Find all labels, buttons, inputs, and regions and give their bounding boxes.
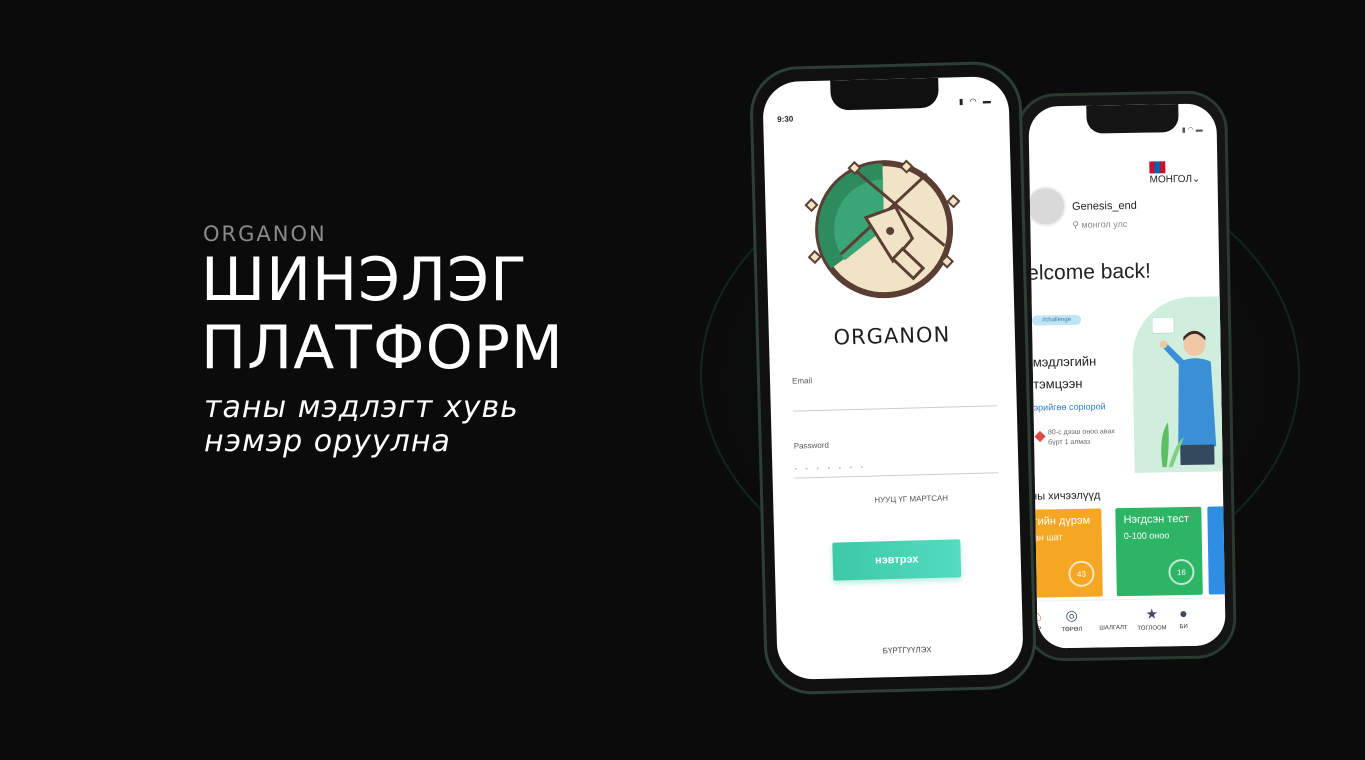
status-time: 9:30	[777, 114, 794, 124]
phone-notch	[1086, 104, 1179, 134]
lesson-card-test[interactable]: Нэгдсэн тест 0-100 оноо 16	[1115, 506, 1203, 597]
status-icons: ▮ ◠ ▬	[1181, 126, 1203, 134]
bottom-tab-bar: ⌂ ҮР ◎ ТӨРӨЛ ШАЛГАЛТ ★ ТОГЛООМ ● БИ	[1033, 597, 1226, 649]
lesson-card-rules[interactable]: гийн дүрэм ан шат 43	[1028, 508, 1103, 598]
avatar[interactable]	[1028, 186, 1067, 227]
banner-title-2: тэмцээн	[1032, 375, 1083, 392]
language-selector[interactable]: МОНГОЛ⌄	[1149, 160, 1217, 186]
banner-note-1: 80-с дээш оноо авах	[1047, 428, 1115, 437]
welcome-heading: elcome back!	[1028, 259, 1152, 285]
card-subtitle: 0-100 оноо	[1123, 530, 1170, 542]
mongolia-flag-icon	[1149, 161, 1166, 174]
login-screen: 9:30 ▮ ◠ ▬ ORGANON Email Password • • • …	[762, 75, 1024, 681]
tab-category[interactable]: ◎ ТӨРӨЛ	[1061, 607, 1082, 633]
location-text: монгол улс	[1081, 218, 1128, 230]
user-location: ⚲ монгол улс	[1072, 219, 1127, 231]
lesson-card-partial[interactable]	[1207, 506, 1226, 595]
phone-login-mockup: 9:30 ▮ ◠ ▬ ORGANON Email Password • • • …	[748, 60, 1038, 696]
star-icon: ★	[1145, 605, 1159, 622]
headline-line-1: ШИНЭЛЭГ	[201, 245, 528, 315]
status-icons: ▮ ◠ ▬	[958, 96, 993, 107]
banner-link[interactable]: эрийгөө сорiорой	[1033, 401, 1105, 412]
login-button[interactable]: нэвтрэх	[832, 539, 962, 581]
target-icon: ◎	[1065, 606, 1078, 624]
email-field[interactable]	[792, 386, 997, 412]
diamond-icon	[1034, 430, 1046, 443]
lessons-heading: ны хичээлүүд	[1030, 489, 1101, 503]
challenge-banner[interactable]: #challenge мэдлэгийн тэмцээн эрийгөө сор…	[1031, 296, 1226, 475]
tagline-line-1: таны мэдлэгт хувь	[204, 390, 519, 425]
tab-label: ТӨРӨЛ	[1061, 626, 1083, 634]
card-score: 16	[1168, 558, 1195, 586]
tagline-line-2: нэмэр оруулна	[204, 424, 451, 459]
banner-note-2: бүрт 1 алмаз	[1048, 438, 1091, 447]
email-label: Email	[791, 376, 813, 386]
challenge-chip: #challenge	[1031, 314, 1082, 326]
password-label: Password	[793, 440, 829, 451]
card-score: 43	[1068, 560, 1095, 588]
username: Genesis_end	[1071, 199, 1137, 213]
card-title: гийн дүрэм	[1033, 514, 1091, 528]
forgot-password-link[interactable]: НУУЦ ҮГ МАРТСАН	[773, 492, 1019, 507]
tab-profile[interactable]: ● БИ	[1179, 605, 1188, 630]
card-title: Нэгдсэн тест	[1123, 512, 1190, 527]
brand-wordmark: ORGANON	[203, 222, 327, 246]
location-pin-icon: ⚲	[1072, 219, 1082, 230]
tab-exam[interactable]: ШАЛГАЛТ	[1099, 606, 1128, 632]
register-link[interactable]: БҮРТГҮҮЛЭХ	[777, 643, 1023, 658]
headline-line-2: ПЛАТФОРМ	[201, 313, 564, 383]
card-subtitle: ан шат	[1033, 532, 1063, 543]
tab-label: ТОГЛООМ	[1137, 625, 1167, 632]
teacher-illustration	[1151, 316, 1217, 468]
exam-icon	[1099, 606, 1127, 622]
phone-notch	[830, 77, 939, 111]
phone-home-mockup: ▮ ◠ ▬ МОНГОЛ⌄ Genesis_end ⚲ монгол улс e…	[1015, 90, 1237, 662]
tab-label: БИ	[1179, 623, 1188, 631]
banner-title-1: мэдлэгийн	[1032, 353, 1097, 370]
tab-label: ШАЛГАЛТ	[1099, 625, 1128, 632]
password-field[interactable]: • • • • • • •	[794, 453, 999, 479]
tab-game[interactable]: ★ ТОГЛООМ	[1137, 605, 1167, 632]
language-label: МОНГОЛ	[1149, 173, 1193, 186]
organon-logo	[804, 159, 961, 299]
home-screen: ▮ ◠ ▬ МОНГОЛ⌄ Genesis_end ⚲ монгол улс e…	[1028, 103, 1226, 649]
user-icon: ●	[1179, 604, 1188, 622]
logo-wordmark: ORGANON	[833, 322, 951, 350]
